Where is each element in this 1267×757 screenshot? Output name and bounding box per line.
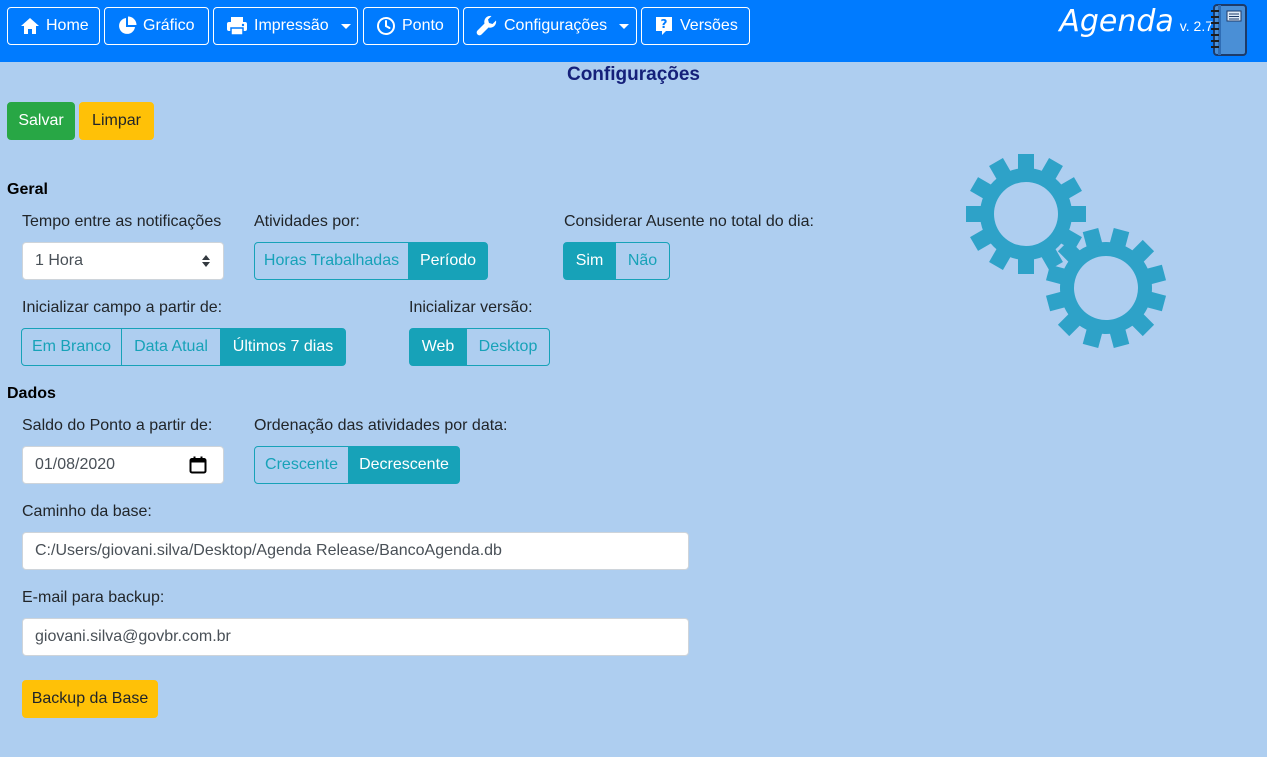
ordenacao-label: Ordenação das atividades por data: (254, 417, 508, 434)
notificacoes-label: Tempo entre as notificações (22, 213, 222, 230)
brand: Agenda v. 2.7 (1059, 4, 1213, 39)
top-navbar: Home Gráfico Impressão Ponto Configuraçõ… (0, 0, 1267, 62)
atividades-label: Atividades por: (254, 213, 360, 230)
atividades-horas-trabalhadas[interactable]: Horas Trabalhadas (254, 242, 409, 280)
ordenacao-crescente[interactable]: Crescente (254, 446, 349, 484)
atividades-periodo[interactable]: Período (408, 242, 488, 280)
nav-grafico-button[interactable]: Gráfico (104, 7, 209, 45)
campo-em-branco[interactable]: Em Branco (21, 328, 122, 366)
caminho-base-value: C:/Users/giovani.silva/Desktop/Agenda Re… (35, 542, 502, 559)
caminho-base-label: Caminho da base: (22, 503, 152, 520)
gears-icon (966, 154, 1170, 352)
ausente-nao[interactable]: Não (615, 242, 670, 280)
inicializar-versao-toggle-group: Web Desktop (409, 328, 550, 366)
brand-name: Agenda (1059, 4, 1174, 39)
nav-impressao-label: Impressão (254, 17, 329, 34)
inicializar-campo-toggle-group: Em Branco Data Atual Últimos 7 dias (21, 328, 346, 366)
versao-web[interactable]: Web (409, 328, 467, 366)
section-geral-title: Geral (7, 181, 48, 198)
chevron-down-icon (619, 23, 630, 29)
backup-base-button[interactable]: Backup da Base (22, 680, 158, 718)
printer-icon (227, 17, 247, 36)
nav-configuracoes-label: Configurações (504, 17, 608, 34)
campo-data-atual[interactable]: Data Atual (121, 328, 221, 366)
home-icon (21, 18, 39, 34)
nav-impressao-dropdown[interactable]: Impressão (213, 7, 358, 45)
email-backup-input[interactable]: giovani.silva@govbr.com.br (22, 618, 689, 656)
saldo-ponto-date-value: 01/08/2020 (35, 456, 116, 473)
nav-ponto-button[interactable]: Ponto (363, 7, 459, 45)
inicializar-campo-label: Inicializar campo a partir de: (22, 299, 223, 316)
atividades-toggle-group: Horas Trabalhadas Período (254, 242, 488, 280)
save-button[interactable]: Salvar (7, 102, 75, 140)
page-title: Configurações (566, 64, 701, 85)
notificacoes-select-value: 1 Hora (35, 252, 84, 269)
pie-chart-icon (119, 16, 137, 34)
wrench-icon (476, 15, 497, 36)
inicializar-versao-label: Inicializar versão: (409, 299, 533, 316)
email-backup-value: giovani.silva@govbr.com.br (35, 628, 231, 645)
svg-text:?: ? (661, 17, 668, 31)
nav-ponto-label: Ponto (402, 17, 444, 34)
nav-versoes-label: Versões (680, 17, 738, 34)
notificacoes-select[interactable]: 1 Hora (22, 242, 224, 280)
section-dados-title: Dados (7, 385, 56, 402)
question-icon: ? (656, 17, 672, 35)
saldo-ponto-label: Saldo do Ponto a partir de: (22, 417, 213, 434)
campo-ultimos-7-dias[interactable]: Últimos 7 dias (220, 328, 346, 366)
nav-versoes-button[interactable]: ? Versões (641, 7, 750, 45)
select-arrows-icon (202, 255, 210, 267)
chevron-down-icon (340, 23, 351, 29)
clear-button[interactable]: Limpar (79, 102, 154, 140)
ordenacao-toggle-group: Crescente Decrescente (254, 446, 460, 484)
calendar-icon[interactable] (189, 456, 207, 474)
ausente-sim[interactable]: Sim (563, 242, 616, 280)
ausente-toggle-group: Sim Não (563, 242, 670, 280)
nav-configuracoes-dropdown[interactable]: Configurações (463, 7, 637, 45)
email-backup-label: E-mail para backup: (22, 589, 165, 606)
notebook-icon (1211, 4, 1247, 56)
saldo-ponto-date-input[interactable]: 01/08/2020 (22, 446, 224, 484)
nav-grafico-label: Gráfico (143, 17, 195, 34)
nav-home-button[interactable]: Home (7, 7, 100, 45)
caminho-base-input[interactable]: C:/Users/giovani.silva/Desktop/Agenda Re… (22, 532, 689, 570)
versao-desktop[interactable]: Desktop (466, 328, 550, 366)
nav-home-label: Home (46, 17, 89, 34)
ordenacao-decrescente[interactable]: Decrescente (348, 446, 460, 484)
clock-icon (377, 17, 395, 35)
ausente-label: Considerar Ausente no total do dia: (564, 213, 814, 230)
